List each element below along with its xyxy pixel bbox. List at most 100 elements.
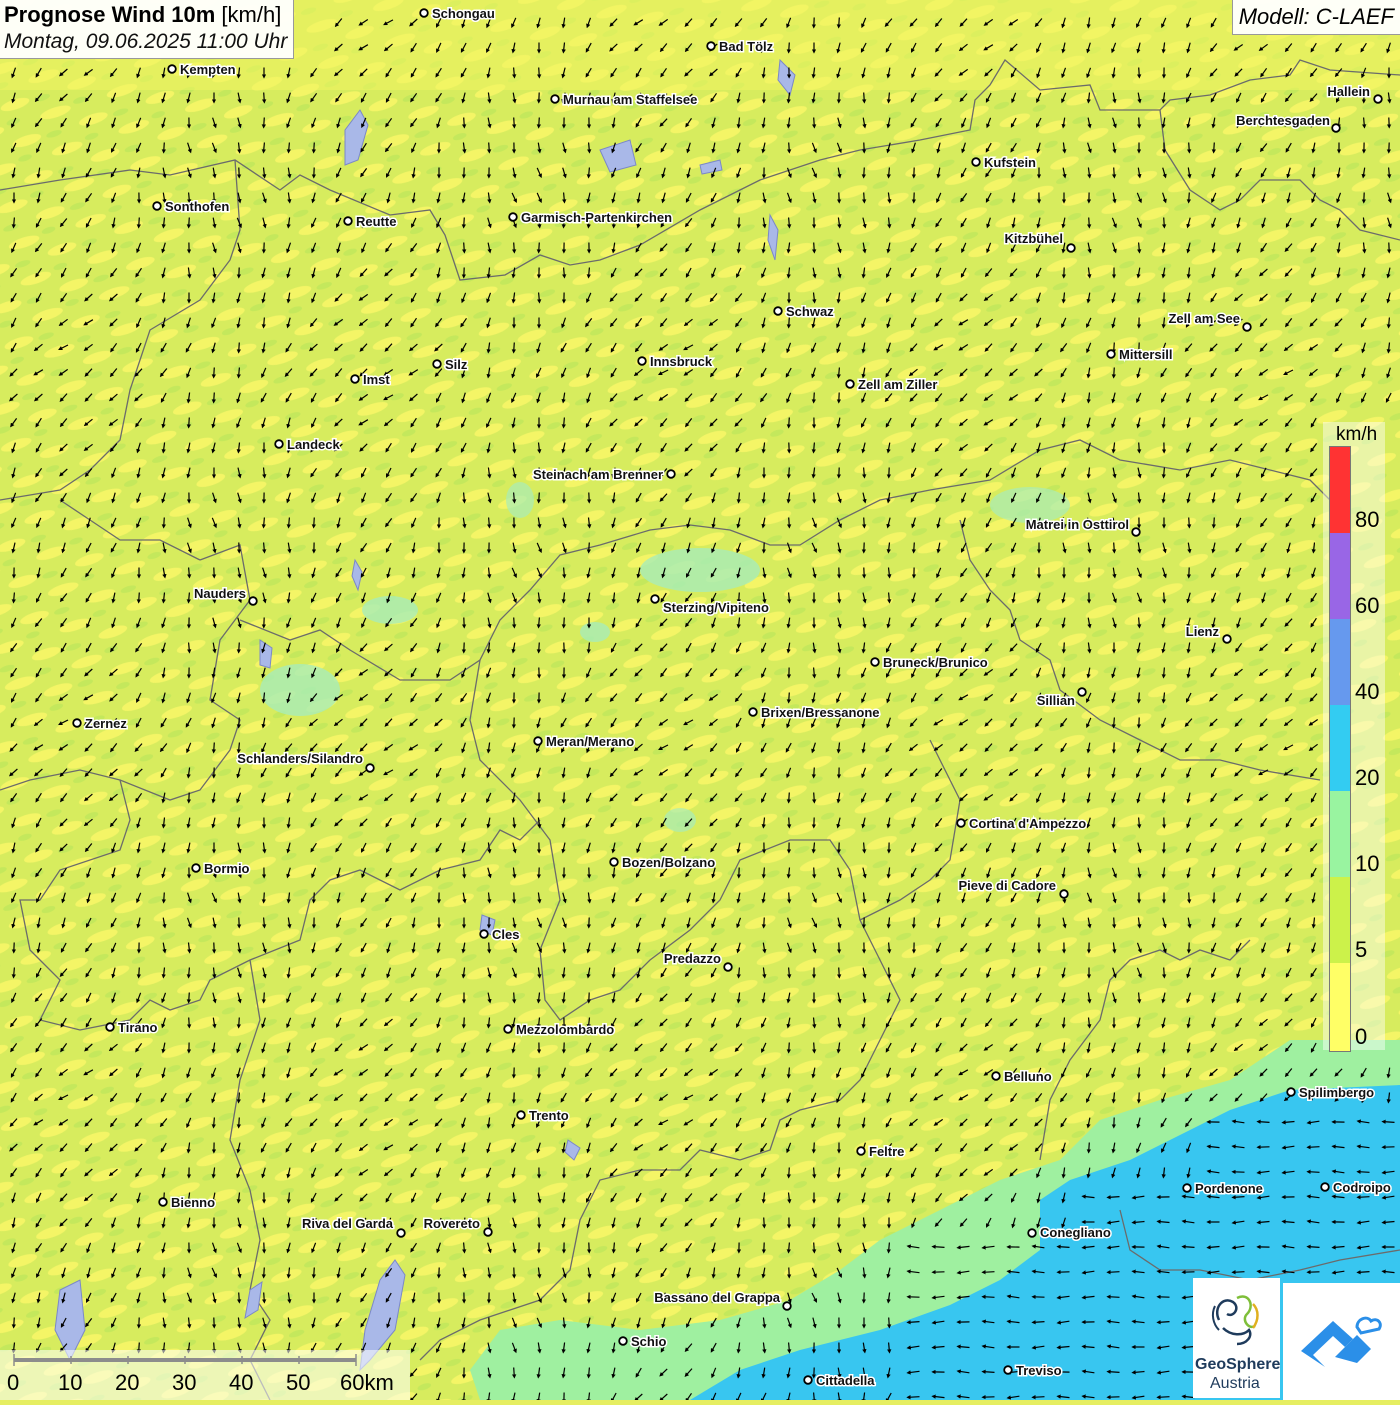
city-label-berchtesgaden: Berchtesgaden <box>1236 113 1330 128</box>
city-label-schio: Schio <box>631 1334 666 1349</box>
wind-arrow <box>1184 1247 1195 1248</box>
city-marker-treviso <box>1004 1366 1012 1374</box>
city-label-bruneck-brunico: Bruneck/Brunico <box>883 655 988 670</box>
city-marker-landeck <box>275 440 283 448</box>
city-marker-bormio <box>192 864 200 872</box>
city-label-sillian: Sillian <box>1037 693 1075 708</box>
wind-arrow <box>864 193 865 202</box>
wind-arrow <box>539 243 540 252</box>
wind-arrow <box>1359 1172 1370 1173</box>
geosphere-logo-icon <box>1193 1278 1280 1356</box>
wind-arrow <box>739 493 740 502</box>
city-marker-steinach-am-brenner <box>667 470 675 478</box>
wind-arrow <box>189 1018 190 1027</box>
wind-arrow <box>514 118 515 127</box>
scale-label-40: 40 <box>229 1370 253 1396</box>
city-marker-codroipo <box>1321 1183 1329 1191</box>
wind-arrow <box>264 1293 265 1302</box>
wind-arrow <box>1059 1247 1070 1248</box>
legend-label-10: 10 <box>1355 851 1379 877</box>
wind-arrow <box>1109 1297 1120 1298</box>
wind-arrow <box>489 518 490 527</box>
city-label-kufstein: Kufstein <box>984 155 1036 170</box>
city-label-tirano: Tirano <box>118 1020 158 1035</box>
wind-arrow <box>934 1247 945 1248</box>
wind-app-logo[interactable] <box>1283 1283 1400 1400</box>
wind-arrow <box>789 593 790 602</box>
wind-arrow <box>1139 243 1140 252</box>
wind-arrow <box>984 1297 995 1298</box>
wind-arrow <box>814 393 815 402</box>
wind-arrow <box>589 543 590 552</box>
wind-arrow <box>589 268 590 277</box>
wind-arrow <box>814 493 815 502</box>
wind-arrow <box>1164 593 1165 602</box>
wind-arrow <box>589 168 590 177</box>
wind-arrow <box>514 618 515 627</box>
city-label-cittadella: Cittadella <box>816 1373 875 1388</box>
wind-arrow <box>789 968 790 977</box>
city-label-lienz: Lienz <box>1186 624 1220 639</box>
wind-arrow <box>1159 1397 1170 1398</box>
city-marker-mezzolombardo <box>504 1025 512 1033</box>
wind-arrow <box>1089 768 1090 777</box>
wind-arrow <box>1114 368 1115 377</box>
wind-arrow <box>814 768 815 777</box>
wind-arrow <box>514 243 515 252</box>
map-subtitle: Montag, 09.06.2025 11:00 Uhr <box>4 30 287 54</box>
wind-arrow <box>189 418 190 427</box>
wind-arrow <box>814 1243 815 1252</box>
city-label-zell-am-see: Zell am See <box>1168 311 1240 326</box>
city-label-reutte: Reutte <box>356 214 396 229</box>
wind-arrow <box>889 593 890 602</box>
city-marker-garmisch-partenkirchen <box>509 213 517 221</box>
geosphere-logo[interactable]: GeoSphere Austria <box>1193 1278 1280 1398</box>
wind-arrow <box>264 893 265 902</box>
wind-arrow <box>589 143 590 152</box>
wind-arrow <box>14 1318 15 1327</box>
wind-arrow <box>164 518 165 527</box>
wind-arrow <box>1164 968 1165 977</box>
city-label-cles: Cles <box>492 927 519 942</box>
wind-arrow <box>889 943 890 952</box>
wind-arrow <box>164 893 165 902</box>
wind-arrow <box>764 1218 765 1227</box>
wind-arrow <box>789 1343 790 1352</box>
legend-label-20: 20 <box>1355 765 1379 791</box>
wind-arrow <box>464 243 465 252</box>
wind-arrow <box>1139 618 1140 627</box>
wind-arrow <box>1389 318 1390 327</box>
legend-swatch-20 <box>1330 705 1350 791</box>
wind-arrow <box>464 118 465 127</box>
wind-arrow <box>464 493 465 502</box>
city-label-conegliano: Conegliano <box>1040 1225 1111 1240</box>
wind-arrow <box>789 818 790 827</box>
wind-patch <box>260 664 340 716</box>
wind-arrow <box>889 968 890 977</box>
wind-arrow <box>984 1272 995 1273</box>
wind-arrow <box>239 718 240 727</box>
city-marker-zell-am-see <box>1243 323 1251 331</box>
wind-arrow <box>214 1118 215 1127</box>
wind-arrow <box>564 418 565 427</box>
city-marker-pordenone <box>1183 1184 1191 1192</box>
wind-arrow <box>914 543 915 552</box>
wind-arrow <box>839 368 840 377</box>
city-label-predazzo: Predazzo <box>664 951 721 966</box>
wind-arrow <box>514 1368 515 1377</box>
title-bold: Prognose Wind 10m <box>4 2 215 27</box>
wind-arrow <box>1089 1143 1090 1152</box>
wind-arrow <box>589 643 590 652</box>
city-label-meran-merano: Meran/Merano <box>546 734 634 749</box>
wind-arrow <box>614 1243 615 1252</box>
wind-arrow <box>264 143 265 152</box>
wind-arrow <box>514 993 515 1002</box>
city-label-murnau-am-staffelsee: Murnau am Staffelsee <box>563 92 697 107</box>
city-marker-schlanders-silandro <box>366 764 374 772</box>
wind-arrow <box>889 93 890 102</box>
wind-arrow <box>1384 1122 1395 1123</box>
city-marker-mittersill <box>1107 350 1115 358</box>
city-label-sterzing-vipiteno: Sterzing/Vipiteno <box>663 600 769 615</box>
wind-arrow <box>789 218 790 227</box>
wind-arrow <box>564 193 565 202</box>
